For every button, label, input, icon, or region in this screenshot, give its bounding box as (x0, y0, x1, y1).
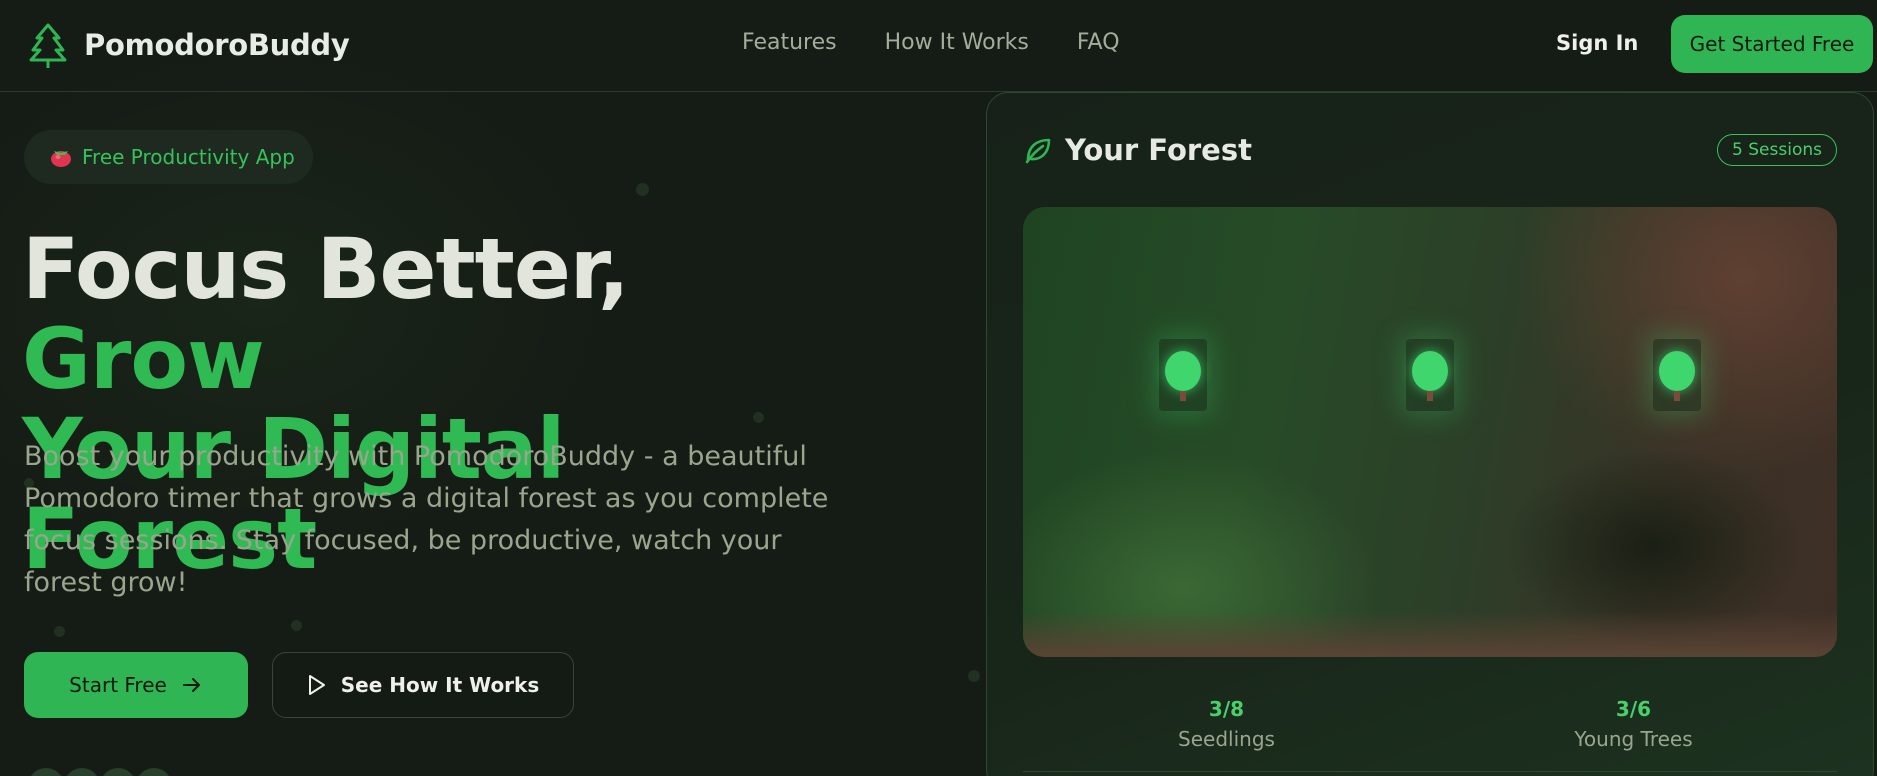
avatar (62, 766, 102, 776)
stat-label: Young Trees (1574, 727, 1693, 751)
get-started-button[interactable]: Get Started Free (1671, 15, 1873, 73)
headline-part-green-1: Grow (22, 310, 265, 408)
play-icon (308, 675, 325, 695)
forest-scene (1023, 207, 1837, 657)
leaf-icon (1025, 138, 1051, 164)
avatar (98, 766, 138, 776)
tree (1159, 339, 1207, 411)
stat-label: Seedlings (1178, 727, 1275, 751)
tree-trunk (1674, 391, 1680, 401)
forest-stats: 3/8 Seedlings 3/6 Young Trees (1023, 697, 1837, 751)
avatar (26, 766, 66, 776)
top-navbar: PomodoroBuddy Features How It Works FAQ … (0, 0, 1877, 92)
tree (1653, 339, 1701, 411)
nav-link-features[interactable]: Features (742, 30, 837, 55)
nav-link-faq[interactable]: FAQ (1077, 30, 1120, 55)
pine-tree-icon (29, 23, 67, 68)
decorative-dot (291, 620, 302, 631)
tree-crown (1659, 351, 1695, 391)
forest-card-title: Your Forest (1065, 133, 1252, 167)
tree-crown (1412, 351, 1448, 391)
forest-card: Your Forest 5 Sessions 3/8 Seedlings 3/6… (986, 92, 1874, 776)
headline-part-white: Focus Better, (22, 220, 630, 318)
sign-in-link[interactable]: Sign In (1556, 31, 1638, 55)
decorative-dot (54, 626, 65, 637)
stat-value: 3/6 (1615, 697, 1652, 721)
sessions-count-badge: 5 Sessions (1717, 134, 1837, 166)
brand-name: PomodoroBuddy (84, 28, 350, 62)
user-avatars (26, 766, 174, 776)
tomato-icon (51, 151, 71, 167)
hero-description: Boost your productivity with PomodoroBud… (24, 441, 829, 598)
start-free-button[interactable]: Start Free (24, 652, 248, 718)
brand-logo[interactable]: PomodoroBuddy (28, 22, 350, 68)
forest-card-header: Your Forest (1023, 133, 1252, 167)
divider (1023, 771, 1837, 772)
see-how-it-works-button[interactable]: See How It Works (272, 652, 574, 718)
decorative-dot (636, 183, 649, 196)
decorative-dot (968, 670, 980, 682)
tree (1406, 339, 1454, 411)
free-app-badge: Free Productivity App (24, 130, 313, 184)
nav-links: Features How It Works FAQ (742, 30, 1120, 55)
tree-trunk (1180, 391, 1186, 401)
avatar (134, 766, 174, 776)
badge-label: Free Productivity App (82, 145, 295, 169)
stat-seedlings: 3/8 Seedlings (1023, 697, 1430, 751)
stat-young-trees: 3/6 Young Trees (1430, 697, 1837, 751)
stat-value: 3/8 (1208, 697, 1245, 721)
nav-link-how-it-works[interactable]: How It Works (885, 30, 1029, 55)
see-how-label: See How It Works (340, 673, 540, 697)
start-free-label: Start Free (69, 673, 167, 697)
arrow-right-icon (182, 678, 200, 692)
tree-trunk (1427, 391, 1433, 401)
tree-crown (1165, 351, 1201, 391)
